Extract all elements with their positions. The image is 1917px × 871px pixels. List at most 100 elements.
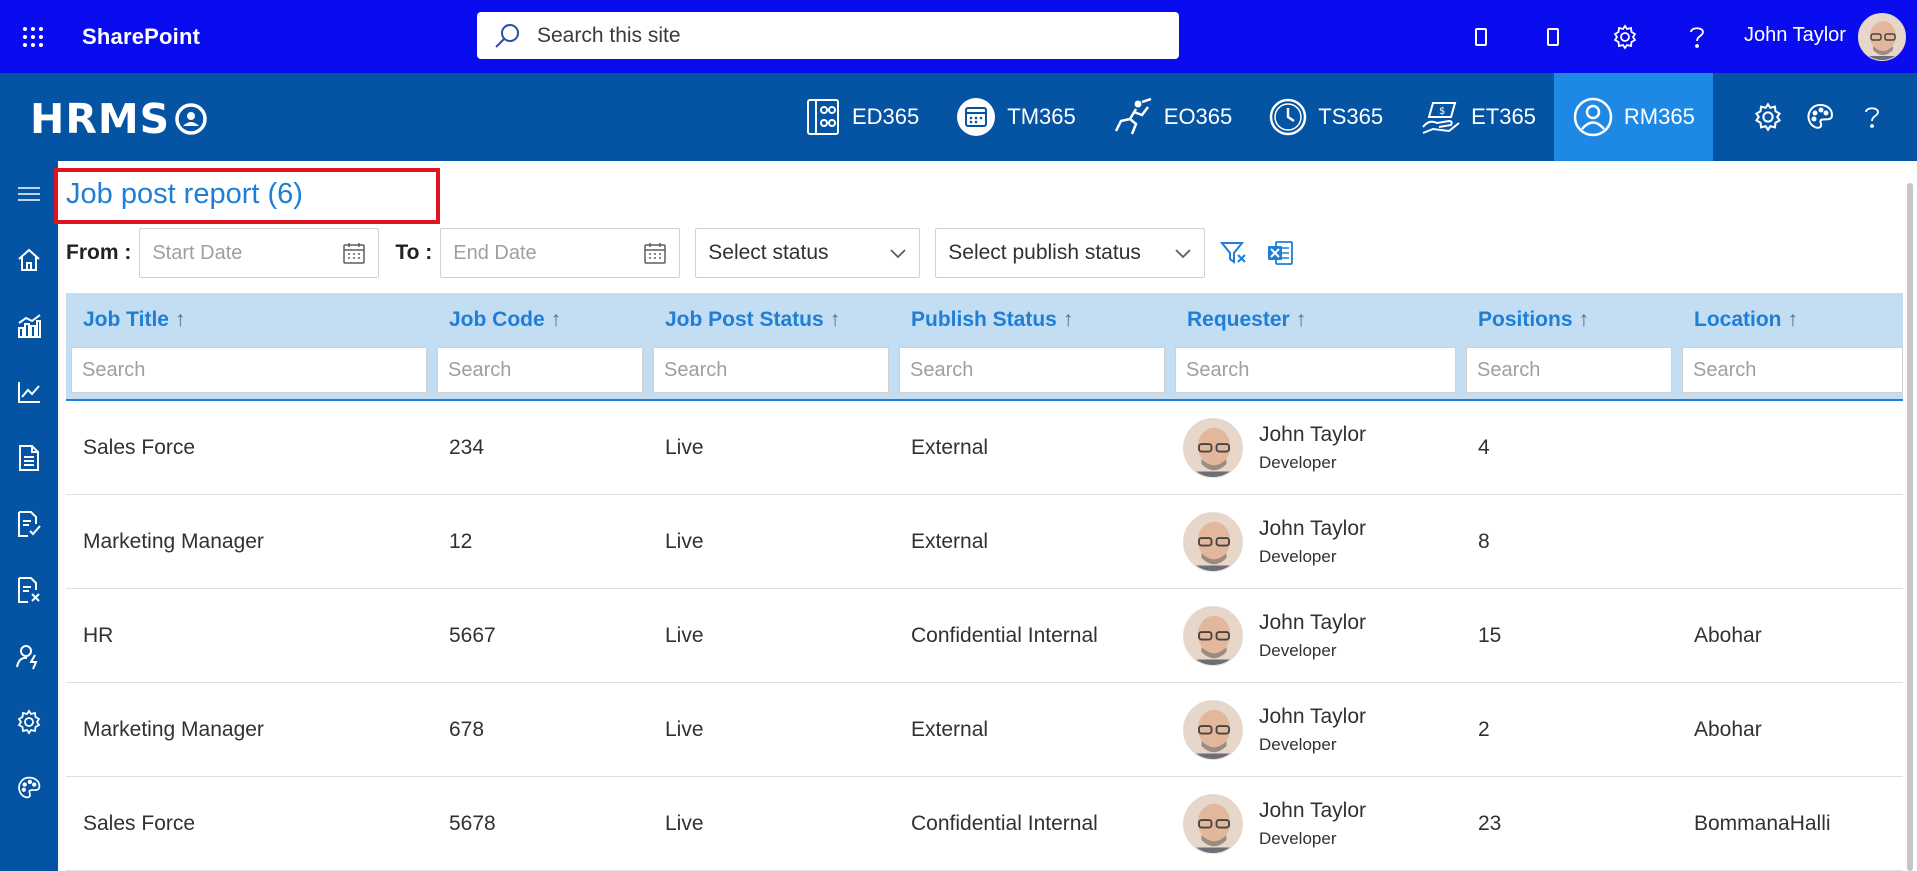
publish-status-dropdown[interactable]: Select publish status <box>935 228 1206 278</box>
calendar-icon[interactable] <box>342 241 366 265</box>
menu-icon[interactable] <box>0 161 58 227</box>
line-chart-icon[interactable] <box>0 359 58 425</box>
hrms-logo[interactable]: HRMS <box>30 95 208 143</box>
module-et365[interactable]: $ ET365 <box>1401 73 1554 161</box>
document-close-icon[interactable] <box>0 557 58 623</box>
search-input-location[interactable]: Search <box>1682 347 1903 393</box>
logo-user-icon <box>175 103 207 135</box>
to-label: To : <box>395 241 433 264</box>
table-row[interactable]: Marketing Manager 678 Live External John… <box>66 683 1903 777</box>
status-dropdown[interactable]: Select status <box>695 228 921 278</box>
gear-icon[interactable] <box>0 689 58 755</box>
sort-arrow-icon: ↑ <box>174 308 186 331</box>
search-input-publish-status[interactable]: Search <box>899 347 1165 393</box>
cell-job-code: 678 <box>449 718 485 741</box>
waffle-icon[interactable] <box>0 0 66 73</box>
calendar-icon <box>957 98 996 136</box>
cell-job-post-status: Live <box>665 436 704 459</box>
app-name[interactable]: SharePoint <box>82 24 200 50</box>
cell-job-title: HR <box>83 624 114 647</box>
start-date-input[interactable]: Start Date <box>139 228 380 278</box>
clock-icon <box>1270 98 1307 136</box>
chevron-down-icon <box>890 249 906 259</box>
user-flash-icon[interactable] <box>0 623 58 689</box>
table-row[interactable]: HR 5667 Live Confidential Internal John … <box>66 589 1903 683</box>
cell-publish-status: Confidential Internal <box>911 812 1098 835</box>
sort-arrow-icon: ↑ <box>1578 308 1590 331</box>
module-ed365[interactable]: ED365 <box>786 73 937 161</box>
search-input-job-code[interactable]: Search <box>437 347 643 393</box>
search-input-requester[interactable]: Search <box>1175 347 1456 393</box>
cell-job-post-status: Live <box>665 530 704 553</box>
site-search-input[interactable]: Search this site <box>477 12 1179 59</box>
palette-icon[interactable] <box>1794 73 1846 161</box>
column-header-requester[interactable]: Requester ↑ <box>1170 293 1306 347</box>
column-header-positions[interactable]: Positions ↑ <box>1461 293 1589 347</box>
sort-arrow-icon: ↑ <box>829 308 841 331</box>
excel-icon <box>1268 241 1294 265</box>
avatar[interactable] <box>1858 13 1906 61</box>
user-circle-icon <box>1573 97 1613 137</box>
column-header-job-post-status[interactable]: Job Post Status ↑ <box>648 293 840 347</box>
cell-location: Abohar <box>1694 624 1762 647</box>
table-row[interactable]: Marketing Manager 12 Live External John … <box>66 495 1903 589</box>
module-rm365[interactable]: RM365 <box>1553 73 1713 161</box>
user-name[interactable]: John Taylor <box>1744 24 1846 47</box>
cell-requester: John Taylor Developer <box>1170 589 1366 683</box>
search-input-job-post-status[interactable]: Search <box>653 347 889 393</box>
module-nav: ED365 TM365 EO365 TS365 $ ET365 RM365 <box>786 73 1713 161</box>
cell-positions: 8 <box>1478 530 1490 553</box>
cell-job-post-status: Live <box>665 718 704 741</box>
table-row[interactable]: Sales Force 5678 Live Confidential Inter… <box>66 777 1903 871</box>
calendar-icon[interactable] <box>643 241 667 265</box>
document-check-icon[interactable] <box>0 491 58 557</box>
cell-publish-status: External <box>911 718 989 741</box>
palette-icon[interactable] <box>0 755 58 821</box>
document-icon[interactable] <box>0 425 58 491</box>
bar-chart-icon[interactable] <box>0 293 58 359</box>
end-date-input[interactable]: End Date <box>440 228 681 278</box>
clear-filter-button[interactable] <box>1211 228 1257 278</box>
mobile-icon[interactable] <box>1445 0 1517 73</box>
requester-role: Developer <box>1259 735 1337 754</box>
search-icon <box>477 22 537 50</box>
cell-location <box>1677 401 1694 495</box>
module-eo365[interactable]: EO365 <box>1094 73 1251 161</box>
requester-role: Developer <box>1259 641 1337 660</box>
column-header-job-code[interactable]: Job Code ↑ <box>432 293 561 347</box>
module-label: RM365 <box>1623 104 1695 129</box>
module-label: ED365 <box>852 104 920 129</box>
column-header-publish-status[interactable]: Publish Status ↑ <box>894 293 1073 347</box>
search-input-job-title[interactable]: Search <box>71 347 427 393</box>
running-person-icon <box>1114 97 1152 135</box>
table-row[interactable]: Sales Force 234 Live External John Taylo… <box>66 401 1903 495</box>
export-excel-button[interactable] <box>1257 228 1303 278</box>
column-header-location[interactable]: Location ↑ <box>1677 293 1798 347</box>
cell-publish-status: External <box>911 530 989 553</box>
from-label: From : <box>66 241 132 264</box>
mobile-icon[interactable] <box>1517 0 1589 73</box>
cell-location: BommanaHalli <box>1694 812 1831 835</box>
search-placeholder: Search this site <box>537 23 681 47</box>
vertical-scrollbar[interactable] <box>1903 161 1917 871</box>
status-dropdown-label: Select status <box>708 241 829 264</box>
module-tm365[interactable]: TM365 <box>937 73 1093 161</box>
scrollbar-thumb[interactable] <box>1907 183 1913 871</box>
module-ts365[interactable]: TS365 <box>1250 73 1401 161</box>
cell-job-title: Sales Force <box>83 812 196 835</box>
requester-name: John Taylor <box>1259 799 1367 822</box>
help-icon[interactable] <box>1661 0 1733 73</box>
cell-job-title: Marketing Manager <box>83 718 264 741</box>
column-header-job-title[interactable]: Job Title ↑ <box>66 293 185 347</box>
help-icon[interactable] <box>1846 73 1898 161</box>
module-label: TS365 <box>1318 104 1384 129</box>
publish-dropdown-label: Select publish status <box>948 241 1141 264</box>
gear-icon[interactable] <box>1589 0 1661 73</box>
home-icon[interactable] <box>0 227 58 293</box>
gear-icon[interactable] <box>1742 73 1794 161</box>
cell-job-title: Marketing Manager <box>83 530 264 553</box>
logo-text: HRMS <box>30 95 171 143</box>
cell-requester: John Taylor Developer <box>1170 495 1366 589</box>
filter-clear-icon <box>1220 242 1246 264</box>
search-input-positions[interactable]: Search <box>1466 347 1672 393</box>
